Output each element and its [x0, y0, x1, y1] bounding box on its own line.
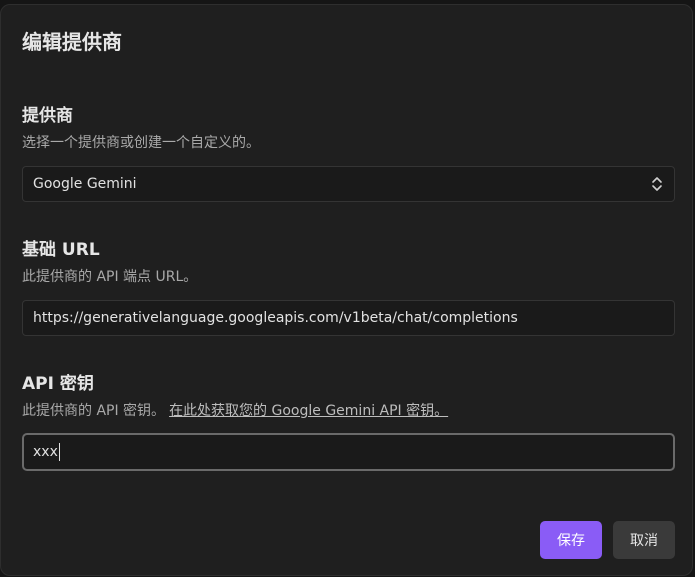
- base-url-label: 基础 URL: [22, 240, 100, 260]
- dialog-title: 编辑提供商: [22, 30, 122, 54]
- base-url-input[interactable]: https://generativelanguage.googleapis.co…: [22, 300, 675, 336]
- get-api-key-link[interactable]: 在此处获取您的 Google Gemini API 密钥。: [169, 403, 448, 419]
- text-cursor: [58, 443, 60, 461]
- api-key-description: 此提供商的 API 密钥。 在此处获取您的 Google Gemini API 密…: [22, 400, 448, 420]
- api-key-input[interactable]: xxx: [22, 433, 675, 471]
- base-url-value: https://generativelanguage.googleapis.co…: [33, 310, 518, 326]
- provider-label: 提供商: [22, 106, 73, 126]
- api-key-value: xxx: [33, 444, 58, 460]
- provider-description: 选择一个提供商或创建一个自定义的。: [22, 135, 260, 151]
- provider-select[interactable]: Google Gemini: [22, 166, 675, 202]
- base-url-description: 此提供商的 API 端点 URL。: [22, 269, 198, 285]
- api-key-description-text: 此提供商的 API 密钥。: [22, 403, 166, 419]
- save-button[interactable]: 保存: [540, 521, 602, 559]
- api-key-label: API 密钥: [22, 374, 94, 394]
- cancel-button[interactable]: 取消: [613, 521, 675, 559]
- edit-provider-dialog: 编辑提供商 提供商 选择一个提供商或创建一个自定义的。 Google Gemin…: [0, 4, 693, 576]
- chevron-up-down-icon: [652, 177, 662, 191]
- provider-select-value: Google Gemini: [33, 176, 137, 192]
